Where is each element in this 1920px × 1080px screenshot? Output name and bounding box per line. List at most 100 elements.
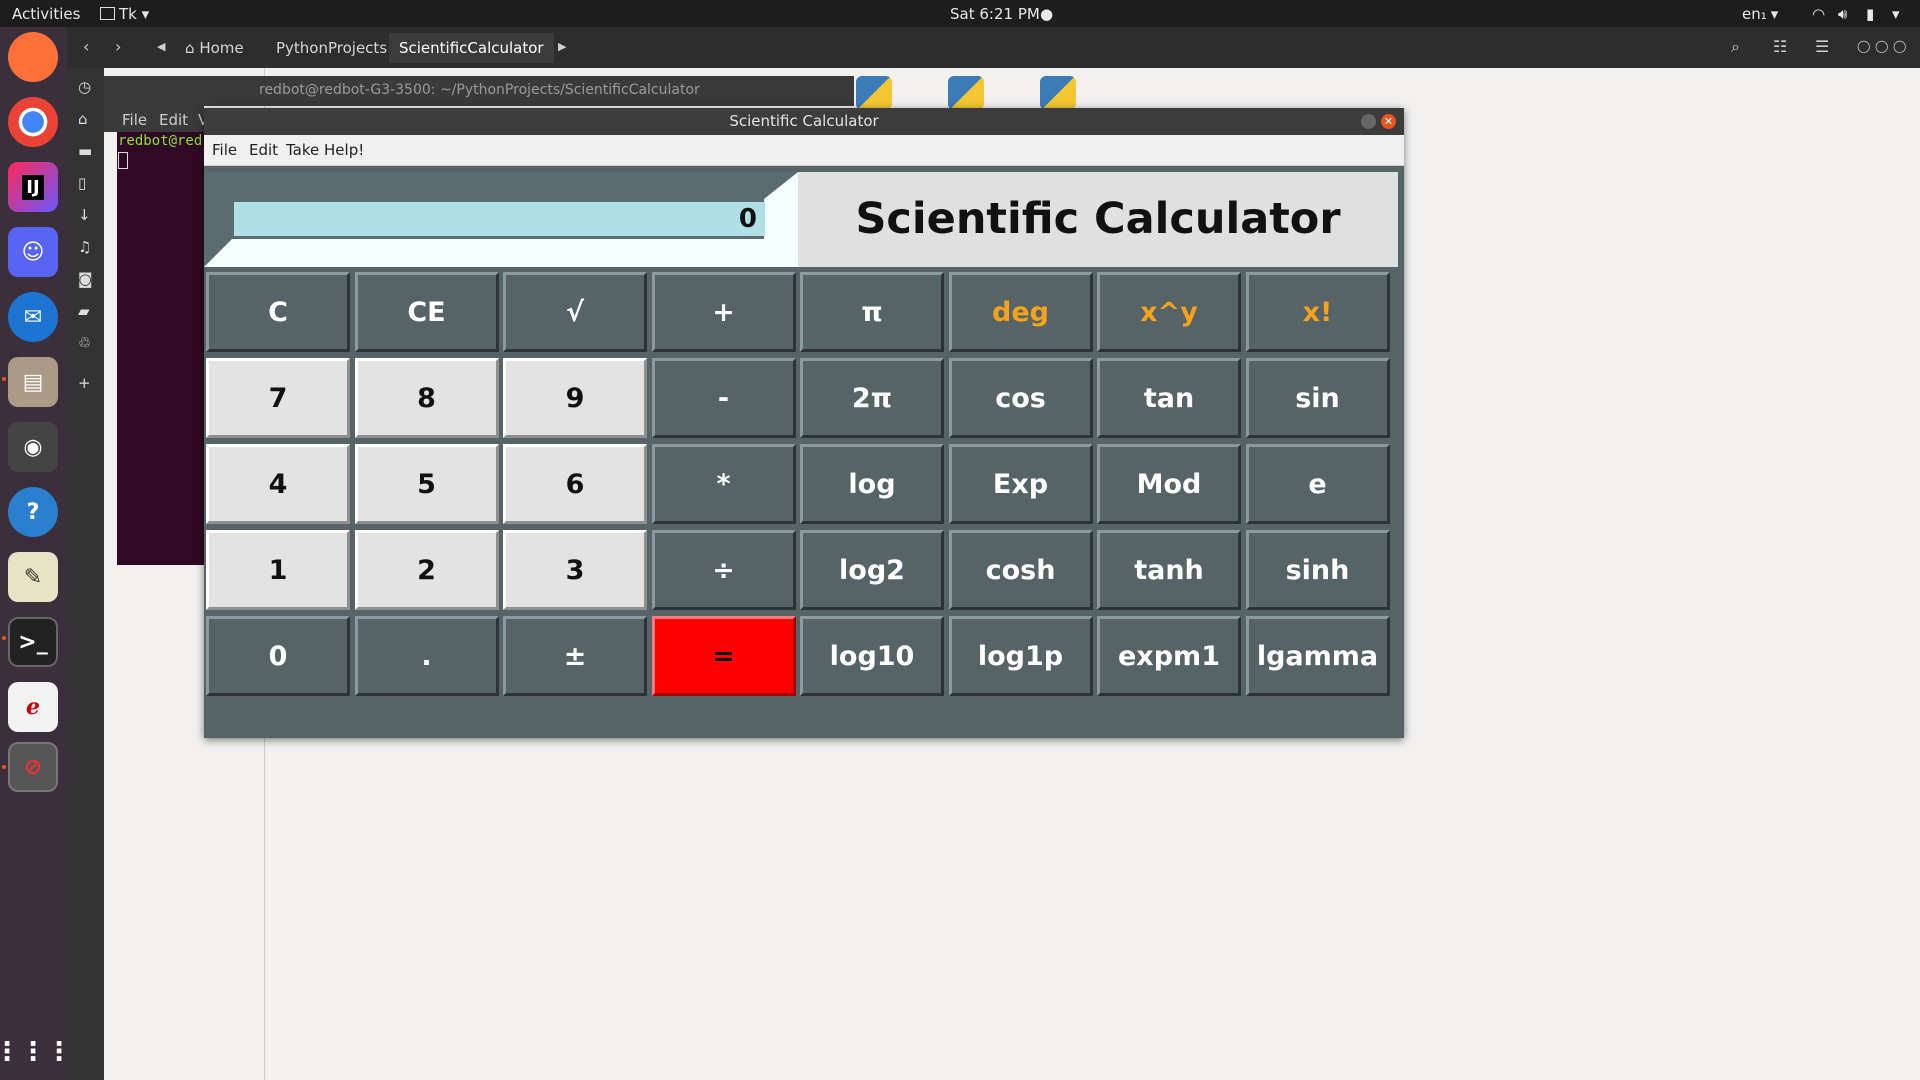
text-editor-icon[interactable]: ✎ xyxy=(8,552,58,602)
document-icon[interactable]: ▯ xyxy=(78,174,86,192)
key-5-button[interactable]: 5 xyxy=(354,444,499,524)
terminal-menu-file[interactable]: File xyxy=(122,111,147,129)
key-exp-button[interactable]: Exp xyxy=(948,444,1093,524)
key-7-button[interactable]: 7 xyxy=(206,358,350,438)
python-file-icon[interactable] xyxy=(1040,76,1076,110)
rhythmbox-icon[interactable]: ◉ xyxy=(8,422,58,472)
close-icon[interactable]: ✕ xyxy=(1381,114,1396,129)
key-sqrt-button[interactable]: √ xyxy=(503,272,647,352)
thunderbird-icon[interactable]: ✉ xyxy=(8,292,58,342)
camera-icon[interactable]: ◙ xyxy=(78,270,93,288)
key-c-button[interactable]: C xyxy=(206,272,350,352)
menu-edit[interactable]: Edit xyxy=(249,141,278,159)
pdf-viewer-icon[interactable]: ℯ xyxy=(8,682,58,732)
key-2-button[interactable]: 2 xyxy=(354,530,499,610)
breadcrumb-home[interactable]: ⌂ Home xyxy=(175,33,254,63)
key-ce-button[interactable]: CE xyxy=(354,272,499,352)
search-icon[interactable]: ⌕ xyxy=(1731,37,1740,57)
key-9-button[interactable]: 9 xyxy=(503,358,647,438)
terminal-icon[interactable]: >_ xyxy=(8,617,58,667)
breadcrumb-scientificcalculator[interactable]: ScientificCalculator xyxy=(389,33,554,63)
key-decimal-button[interactable]: . xyxy=(354,616,499,696)
terminal-body[interactable]: redbot@red xyxy=(117,132,204,565)
activities-button[interactable]: Activities xyxy=(12,5,80,23)
key-tan-button[interactable]: tan xyxy=(1097,358,1241,438)
show-applications-icon[interactable]: ⋮⋮⋮ xyxy=(0,1027,72,1077)
key-minus-button[interactable]: - xyxy=(651,358,796,438)
key-divide-button[interactable]: ÷ xyxy=(651,530,796,610)
key-factorial-button[interactable]: x! xyxy=(1245,272,1390,352)
menu-file[interactable]: File xyxy=(212,141,237,159)
key-mod-button[interactable]: Mod xyxy=(1097,444,1241,524)
key-power-button[interactable]: x^y xyxy=(1097,272,1241,352)
key-deg-button[interactable]: deg xyxy=(948,272,1093,352)
key-tanh-button[interactable]: tanh xyxy=(1097,530,1241,610)
terminal-title: redbot@redbot-G3-3500: ~/PythonProjects/… xyxy=(259,82,700,98)
key-lgamma-button[interactable]: lgamma xyxy=(1245,616,1390,696)
tk-app-icon[interactable]: ⊘ xyxy=(8,742,58,792)
minimize-icon[interactable] xyxy=(1361,114,1376,129)
key-expm1-button[interactable]: expm1 xyxy=(1097,616,1241,696)
key-1-button[interactable]: 1 xyxy=(206,530,350,610)
language-indicator[interactable]: en₁ ▾ xyxy=(1742,5,1778,23)
breadcrumb-left-icon[interactable]: ◀ xyxy=(157,40,165,53)
key-sin-button[interactable]: sin xyxy=(1245,358,1390,438)
key-equals-button[interactable]: = xyxy=(651,616,796,696)
chrome-icon[interactable] xyxy=(8,97,58,147)
system-menu-chevron-icon[interactable]: ▾ xyxy=(1892,5,1900,23)
home-icon[interactable]: ⌂ xyxy=(78,110,88,128)
music-icon[interactable]: ♫ xyxy=(78,238,91,256)
app-menu[interactable]: Tk ▾ xyxy=(100,5,149,23)
menu-take-help[interactable]: Take Help! xyxy=(286,141,364,159)
key-log2-button[interactable]: log2 xyxy=(800,530,944,610)
add-location-icon[interactable]: + xyxy=(78,374,91,392)
key-4-button[interactable]: 4 xyxy=(206,444,350,524)
breadcrumb-pythonprojects[interactable]: PythonProjects xyxy=(266,33,397,63)
key-0-button[interactable]: 0 xyxy=(206,616,350,696)
key-multiply-button[interactable]: * xyxy=(651,444,796,524)
key-log10-button[interactable]: log10 xyxy=(800,616,944,696)
maximize-icon[interactable]: ◯ xyxy=(1875,39,1888,53)
forward-icon[interactable]: › xyxy=(115,37,121,56)
video-icon[interactable]: ▰ xyxy=(78,302,90,320)
key-log-button[interactable]: log xyxy=(800,444,944,524)
back-icon[interactable]: ‹ xyxy=(83,37,89,56)
calculator-title-bar[interactable]: Scientific Calculator ✕ xyxy=(204,108,1404,135)
key-pi-button[interactable]: π xyxy=(800,272,944,352)
battery-icon[interactable]: ▮ xyxy=(1866,5,1874,23)
key-8-button[interactable]: 8 xyxy=(354,358,499,438)
key-log1p-button[interactable]: log1p xyxy=(948,616,1093,696)
breadcrumb-right-icon[interactable]: ▶ xyxy=(558,40,566,53)
clock[interactable]: Sat 6:21 PM xyxy=(950,5,1040,23)
python-file-icon[interactable] xyxy=(856,76,892,110)
python-file-icon[interactable] xyxy=(948,76,984,110)
key-plus-button[interactable]: + xyxy=(651,272,796,352)
close-icon[interactable]: ◯ xyxy=(1893,39,1906,53)
menu-icon[interactable]: ☰ xyxy=(1815,37,1829,56)
key-6-button[interactable]: 6 xyxy=(503,444,647,524)
help-icon[interactable]: ? xyxy=(8,487,58,537)
app-menu-label: Tk xyxy=(119,5,137,23)
calculator-window-title: Scientific Calculator xyxy=(729,112,879,130)
volume-icon[interactable]: 🔊︎ xyxy=(1838,5,1847,23)
minimize-icon[interactable]: ◯ xyxy=(1857,39,1870,53)
discord-icon[interactable]: ☺ xyxy=(8,227,58,277)
download-icon[interactable]: ↓ xyxy=(78,206,91,224)
key-3-button[interactable]: 3 xyxy=(503,530,647,610)
key-e-button[interactable]: e xyxy=(1245,444,1390,524)
folder-icon[interactable]: ▬ xyxy=(78,142,92,160)
trash-icon[interactable]: ♲ xyxy=(78,334,91,352)
intellij-icon[interactable]: IJ xyxy=(8,162,58,212)
key-cosh-button[interactable]: cosh xyxy=(948,530,1093,610)
recent-icon[interactable]: ◷ xyxy=(78,78,91,96)
firefox-icon[interactable] xyxy=(8,32,58,82)
files-icon[interactable]: ▤ xyxy=(8,357,58,407)
terminal-menu-edit[interactable]: Edit xyxy=(159,111,188,129)
view-options-icon[interactable]: ☷ xyxy=(1773,37,1787,56)
key-plus-minus-button[interactable]: ± xyxy=(503,616,647,696)
calculator-display[interactable]: 0 xyxy=(234,202,765,236)
wifi-icon[interactable]: ◠ xyxy=(1812,5,1825,23)
key-sinh-button[interactable]: sinh xyxy=(1245,530,1390,610)
key-two-pi-button[interactable]: 2π xyxy=(800,358,944,438)
key-cos-button[interactable]: cos xyxy=(948,358,1093,438)
